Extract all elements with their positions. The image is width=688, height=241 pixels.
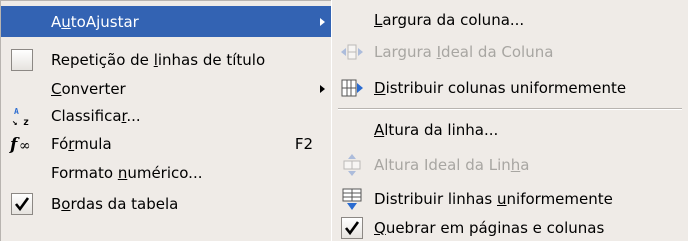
submenu-arrow-icon [320, 85, 325, 93]
menu-item-bordas-tabela[interactable]: Bordas da tabela [1, 188, 331, 219]
submenu-item-distribuir-colunas[interactable]: Distribuir colunas uniformemente [332, 72, 688, 103]
menu-item-label: Distribuir linhas uniformemente [374, 189, 613, 208]
svg-text:z: z [23, 117, 29, 128]
menu-item-label: Distribuir colunas uniformemente [374, 78, 627, 97]
menu-item-repetir-linhas-titulo[interactable]: Repetição de linhas de título [1, 44, 331, 75]
checkbox-checked-icon[interactable] [340, 216, 364, 240]
sort-az-icon: A ↘ z [9, 103, 35, 129]
svg-text:∞: ∞ [19, 138, 31, 154]
submenu-item-largura-coluna[interactable]: Largura da coluna... [332, 4, 688, 35]
menu-item-autoajustar[interactable]: AutoAjustar [1, 6, 331, 37]
submenu-item-distribuir-linhas[interactable]: Distribuir linhas uniformemente [332, 183, 688, 214]
menu-item-label: Classificar... [51, 106, 141, 125]
menu-item-label: Repetição de linhas de título [51, 50, 266, 69]
menu-item-label: Largura da coluna... [374, 10, 525, 29]
svg-text:↘: ↘ [12, 118, 17, 128]
distribute-columns-icon [340, 76, 364, 100]
menu-item-label: Altura Ideal da Linha [374, 155, 530, 174]
menu-item-classificar[interactable]: A ↘ z Classificar... [1, 100, 331, 131]
formula-fx-icon: f ∞ [9, 131, 35, 157]
optimal-column-width-icon [340, 40, 364, 64]
menu-item-formula[interactable]: f ∞ Fórmula F2 [1, 128, 331, 159]
submenu-item-largura-ideal-coluna: Largura Ideal da Coluna [332, 36, 688, 67]
menu-item-label: Fórmula [51, 134, 112, 153]
shortcut-label: F2 [294, 134, 313, 153]
menu-item-label: Largura Ideal da Coluna [374, 42, 554, 61]
menu-item-label: AutoAjustar [51, 12, 139, 31]
table-context-menu: AutoAjustar Repetição de linhas de títul… [0, 0, 331, 241]
svg-text:A: A [14, 107, 19, 116]
menu-separator [338, 108, 682, 110]
menu-item-label: Altura da linha... [374, 120, 499, 139]
submenu-arrow-icon [320, 18, 325, 26]
distribute-rows-icon [340, 187, 364, 211]
optimal-row-height-icon [340, 153, 364, 177]
autoajustar-submenu: Largura da coluna... Largura Ideal da Co… [331, 0, 688, 241]
menu-item-label: Converter [51, 79, 126, 98]
checkbox-checked-icon[interactable] [9, 191, 35, 217]
menu-item-label: Bordas da tabela [51, 194, 179, 213]
menu-item-label: Quebrar em páginas e colunas [374, 218, 605, 237]
menu-item-label: Formato numérico... [51, 163, 203, 182]
checkbox-unchecked-icon[interactable] [9, 47, 35, 73]
submenu-item-quebrar-paginas-colunas[interactable]: Quebrar em páginas e colunas [332, 212, 688, 241]
submenu-item-altura-linha[interactable]: Altura da linha... [332, 114, 688, 145]
menu-item-formato-numerico[interactable]: Formato numérico... [1, 157, 331, 188]
submenu-item-altura-ideal-linha: Altura Ideal da Linha [332, 149, 688, 180]
